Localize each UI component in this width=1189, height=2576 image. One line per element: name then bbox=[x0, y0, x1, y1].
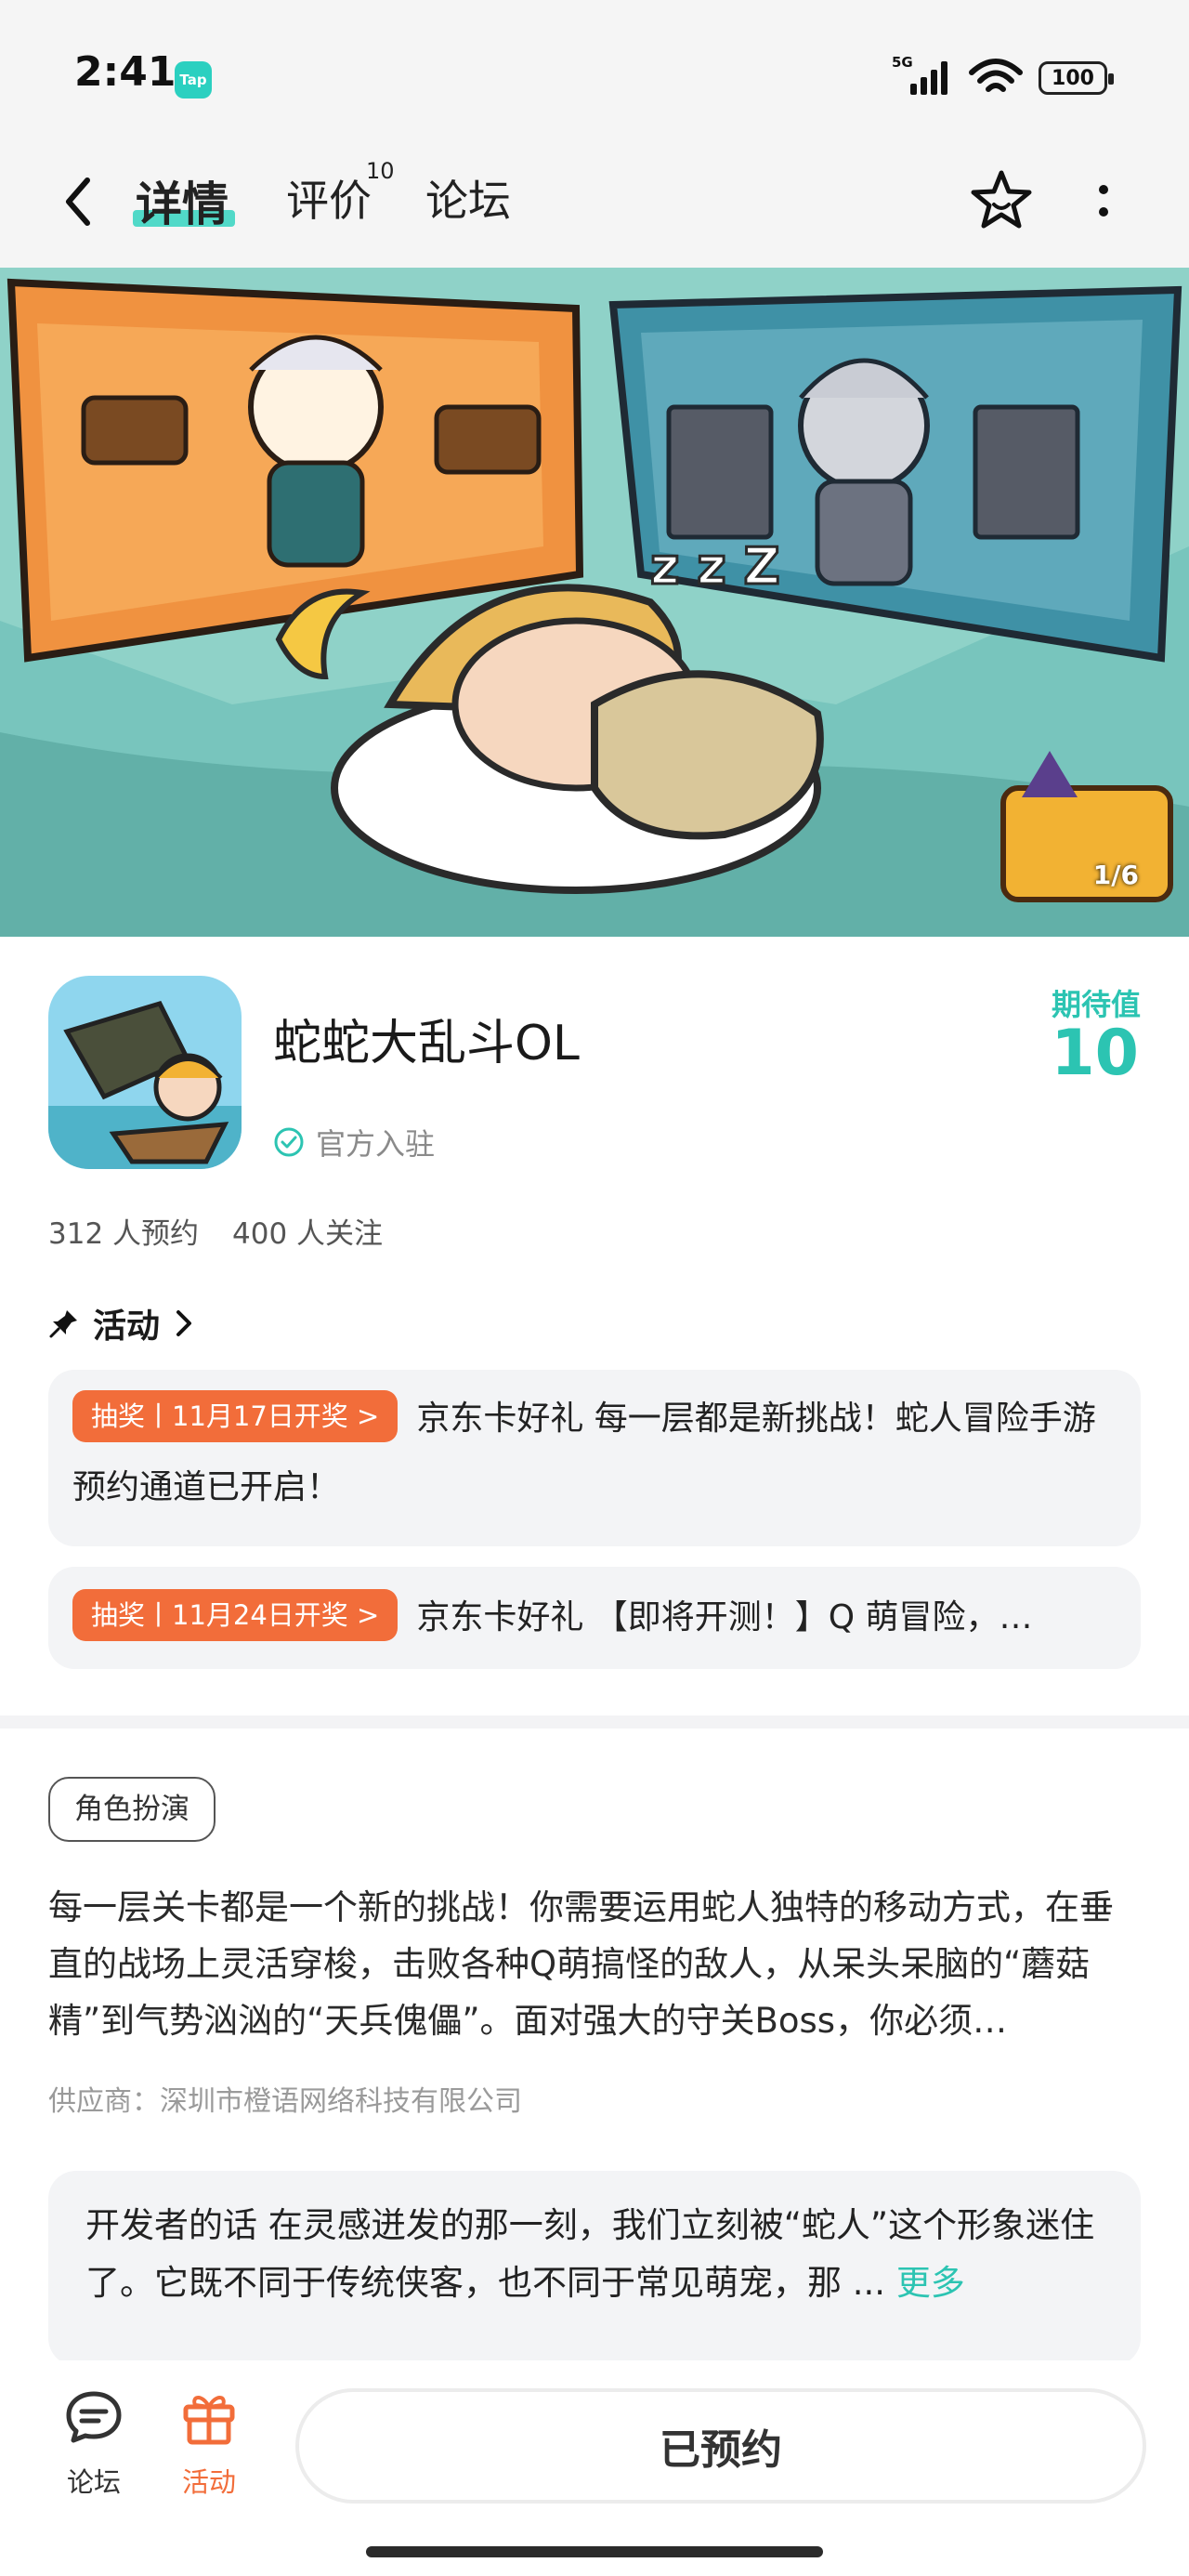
activity-button[interactable]: 活动 bbox=[167, 2386, 251, 2500]
svg-text:z z Z: z z Z bbox=[650, 537, 780, 596]
activity-section-header[interactable]: 活动 bbox=[48, 1299, 195, 1347]
back-arrow-icon[interactable] bbox=[58, 171, 100, 232]
star-favorite-icon[interactable] bbox=[966, 165, 1037, 236]
expect-value-score: 10 bbox=[1051, 1017, 1139, 1090]
tap-app-icon: Tap bbox=[175, 61, 212, 99]
home-indicator[interactable] bbox=[366, 2546, 823, 2557]
banner-page-counter: 1/6 bbox=[1092, 860, 1139, 890]
banner-artwork: z z Z bbox=[0, 268, 1189, 937]
app-stats: 312 人预约 400 人关注 bbox=[48, 1210, 383, 1252]
chevron-right-icon bbox=[176, 1310, 192, 1336]
more-link[interactable]: 更多 bbox=[896, 2263, 965, 2303]
app-title: 蛇蛇大乱斗OL bbox=[273, 1016, 580, 1071]
tab-review[interactable]: 评价 bbox=[286, 167, 372, 229]
status-time: 2:41 bbox=[74, 48, 176, 96]
forum-label: 论坛 bbox=[66, 2466, 121, 2498]
activity-card-1[interactable]: 抽奖丨11月17日开奖 > 京东卡好礼 每一层都是新挑战！蛇人冒险手游预约通道已开… bbox=[48, 1370, 1141, 1546]
forum-chat-icon bbox=[66, 2391, 122, 2443]
genre-tag[interactable]: 角色扮演 bbox=[48, 1777, 216, 1842]
network-type-label: 5G bbox=[892, 54, 913, 71]
reservation-count: 312 人预约 bbox=[48, 1217, 200, 1251]
tab-forum[interactable]: 论坛 bbox=[425, 167, 511, 229]
official-label: 官方入驻 bbox=[316, 1126, 436, 1162]
bottom-action-bar: 论坛 活动 已预约 bbox=[0, 2360, 1189, 2576]
wifi-icon bbox=[969, 59, 1023, 92]
battery-indicator: 100 bbox=[1039, 61, 1114, 95]
tab-detail[interactable]: 详情 bbox=[136, 167, 229, 234]
activity-header-label: 活动 bbox=[93, 1308, 161, 1346]
game-description[interactable]: 每一层关卡都是一个新的挑战！你需要运用蛇人独特的移动方式，在垂直的战场上灵活穿梭… bbox=[48, 1879, 1141, 2049]
activity-card-text: 京东卡好礼 【即将开测！】Q 萌冒险，… bbox=[416, 1598, 1033, 1636]
cellular-signal-icon: 5G bbox=[892, 54, 947, 95]
activity-card-2[interactable]: 抽奖丨11月24日开奖 > 京东卡好礼 【即将开测！】Q 萌冒险，… bbox=[48, 1567, 1141, 1669]
developer-note-card[interactable]: 开发者的话 在灵感迸发的那一刻，我们立刻被“蛇人”这个形象迷住了。它既不同于传统… bbox=[48, 2171, 1141, 2366]
more-options-icon[interactable] bbox=[1087, 173, 1120, 229]
status-bar: 2:41 Tap 5G 100 bbox=[0, 0, 1189, 139]
top-nav-bar: 详情 评价 10 论坛 bbox=[0, 139, 1189, 268]
lottery-tag[interactable]: 抽奖丨11月17日开奖 > bbox=[72, 1390, 399, 1442]
app-icon bbox=[48, 976, 242, 1169]
developer-note-label: 开发者的话 bbox=[85, 2205, 257, 2245]
follower-count: 400 人关注 bbox=[232, 1217, 384, 1251]
forum-button[interactable]: 论坛 bbox=[52, 2386, 136, 2500]
verified-check-icon bbox=[274, 1127, 304, 1157]
supplier-info: 供应商：深圳市橙语网络科技有限公司 bbox=[48, 2085, 522, 2118]
gift-icon bbox=[183, 2396, 235, 2445]
review-count-badge: 10 bbox=[366, 158, 395, 184]
section-divider bbox=[0, 1715, 1189, 1728]
lottery-tag[interactable]: 抽奖丨11月24日开奖 > bbox=[72, 1589, 399, 1641]
hero-banner[interactable]: z z Z 1/6 bbox=[0, 268, 1189, 937]
activity-label: 活动 bbox=[181, 2466, 236, 2498]
official-badge: 官方入驻 bbox=[273, 1121, 435, 1163]
reserved-button[interactable]: 已预约 bbox=[295, 2388, 1146, 2504]
pin-icon bbox=[49, 1310, 77, 1338]
